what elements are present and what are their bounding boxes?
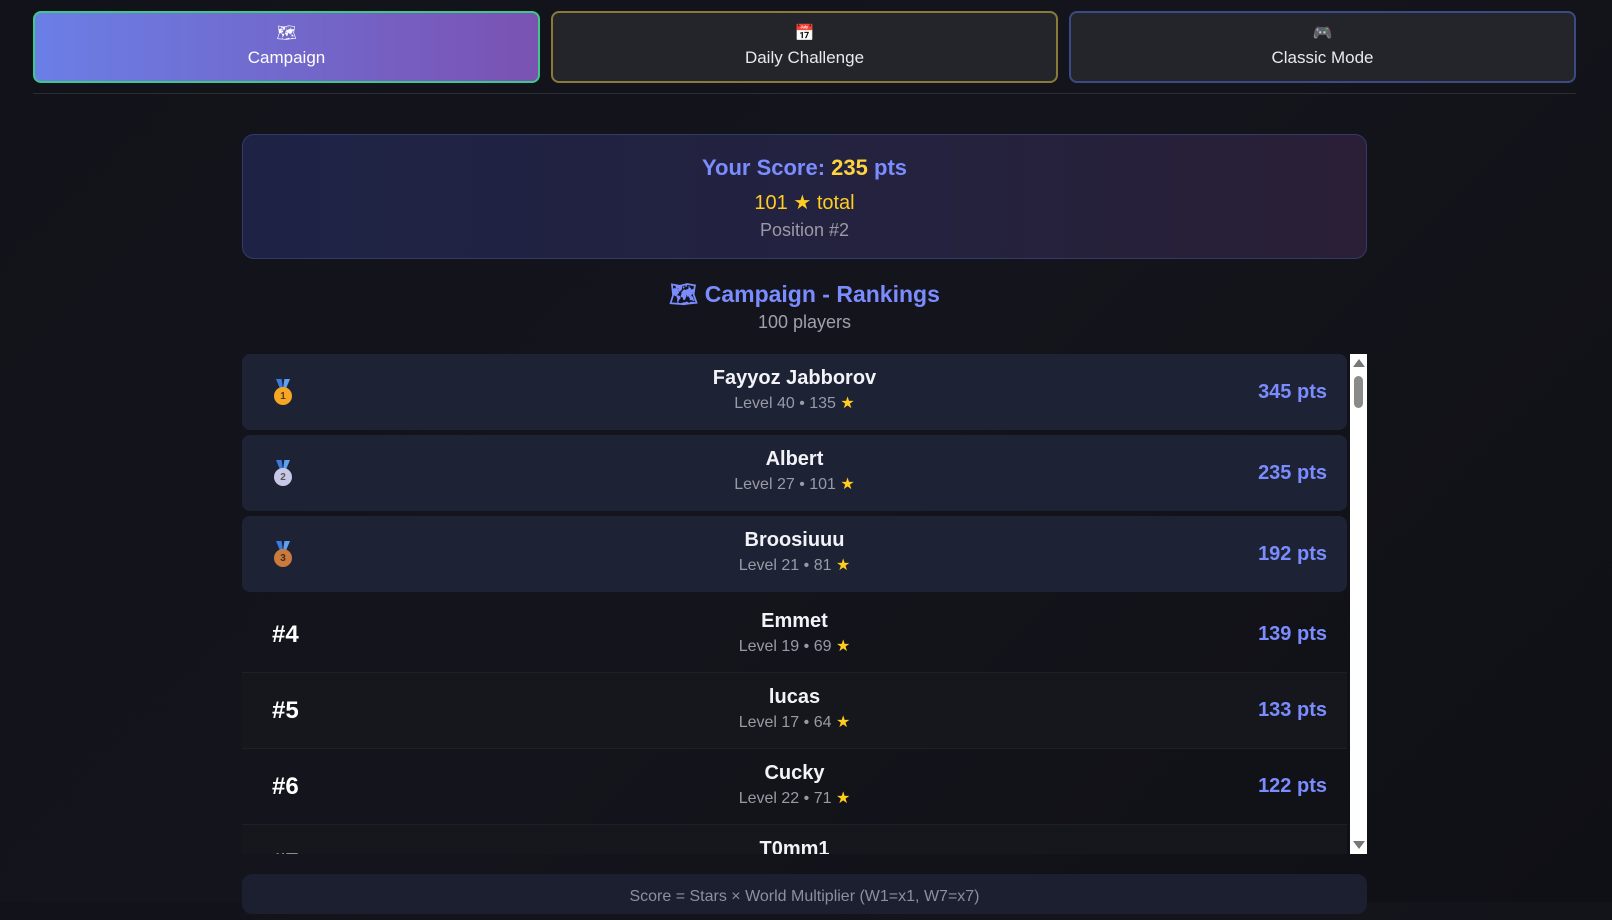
tab-classic-mode-label: Classic Mode bbox=[1271, 48, 1374, 67]
tab-daily-challenge[interactable]: 📅 Daily Challenge bbox=[551, 11, 1058, 83]
tab-campaign[interactable]: 🗺 Campaign bbox=[33, 11, 540, 83]
player-name: Fayyoz Jabborov bbox=[712, 367, 877, 389]
scroll-thumb[interactable] bbox=[1354, 376, 1363, 408]
list-item[interactable]: 1 Fayyoz Jabborov Level 40 • 135 ★ 345 p… bbox=[242, 354, 1347, 430]
rankings-title-text: Campaign - Rankings bbox=[704, 281, 940, 307]
stars-value: 101 bbox=[754, 192, 788, 214]
player-points: 192 pts bbox=[1258, 542, 1327, 565]
stars-total: 101 ★ total bbox=[243, 190, 1366, 215]
rankings-player-count: 100 players bbox=[757, 312, 852, 332]
position-text: Position #2 bbox=[759, 220, 850, 240]
tabs-divider bbox=[33, 93, 1576, 94]
player-points: 122 pts bbox=[1258, 775, 1327, 797]
scroll-up-arrow-icon[interactable] bbox=[1353, 359, 1365, 367]
list-item[interactable]: #4 Emmet Level 19 • 69 ★ 139 pts bbox=[242, 597, 1347, 673]
gamepad-icon: 🎮 bbox=[1312, 25, 1333, 42]
player-name: T0mm1 bbox=[759, 838, 830, 854]
star-icon: ★ bbox=[840, 476, 855, 493]
mode-tabs: 🗺 Campaign 📅 Daily Challenge 🎮 Classic M… bbox=[33, 11, 1576, 83]
list-item[interactable]: #7 T0mm1 bbox=[242, 825, 1347, 854]
star-icon: ★ bbox=[835, 714, 851, 731]
score-unit: pts bbox=[874, 155, 908, 180]
calendar-icon: 📅 bbox=[794, 25, 815, 42]
player-name: Cucky bbox=[764, 762, 825, 784]
star-icon: ★ bbox=[840, 395, 855, 412]
list-item[interactable]: 2 Albert Level 27 • 101 ★ 235 pts bbox=[242, 435, 1347, 511]
player-meta: Level 40 • 135 ★ bbox=[734, 395, 855, 412]
player-meta: Level 21 • 81 ★ bbox=[738, 557, 851, 574]
map-icon: 🗺 bbox=[669, 281, 699, 307]
tab-campaign-label: Campaign bbox=[247, 48, 326, 67]
list-item[interactable]: #5 lucas Level 17 • 64 ★ 133 pts bbox=[242, 673, 1347, 749]
player-meta: Level 17 • 64 ★ bbox=[738, 714, 851, 731]
rankings-list[interactable]: 1 Fayyoz Jabborov Level 40 • 135 ★ 345 p… bbox=[242, 354, 1367, 854]
rankings-title: 🗺 Campaign - Rankings bbox=[242, 281, 1367, 308]
player-meta: Level 27 • 101 ★ bbox=[734, 476, 855, 493]
score-value: 235 bbox=[831, 155, 868, 180]
player-points: 139 pts bbox=[1258, 623, 1327, 645]
player-name: Broosiuuu bbox=[744, 529, 845, 551]
player-name: lucas bbox=[768, 686, 821, 708]
star-icon: ★ bbox=[793, 192, 812, 214]
tab-classic-mode[interactable]: 🎮 Classic Mode bbox=[1069, 11, 1576, 83]
star-icon: ★ bbox=[835, 638, 851, 655]
player-name: Emmet bbox=[761, 610, 828, 632]
player-meta: Level 22 • 71 ★ bbox=[738, 790, 851, 807]
score-formula-note: Score = Stars × World Multiplier (W1=x1,… bbox=[242, 874, 1367, 914]
player-points: 133 pts bbox=[1258, 699, 1327, 721]
stars-suffix: total bbox=[816, 192, 855, 214]
scroll-down-arrow-icon[interactable] bbox=[1353, 841, 1365, 849]
star-icon: ★ bbox=[835, 557, 851, 574]
map-icon: 🗺 bbox=[276, 25, 297, 42]
score-line: Your Score: 235 pts bbox=[243, 155, 1366, 181]
player-meta: Level 19 • 69 ★ bbox=[738, 638, 851, 655]
list-item[interactable]: 3 Broosiuuu Level 21 • 81 ★ 192 pts bbox=[242, 516, 1347, 592]
player-points: 235 pts bbox=[1258, 461, 1327, 484]
star-icon: ★ bbox=[835, 790, 851, 807]
player-points: 345 pts bbox=[1258, 380, 1327, 403]
list-item[interactable]: #6 Cucky Level 22 • 71 ★ 122 pts bbox=[242, 749, 1347, 825]
score-label: Your Score: bbox=[701, 155, 826, 180]
rankings-scrollbar[interactable] bbox=[1350, 354, 1367, 854]
score-card: Your Score: 235 pts 101 ★ total Position… bbox=[242, 134, 1367, 259]
player-name: Albert bbox=[765, 448, 824, 470]
tab-daily-challenge-label: Daily Challenge bbox=[744, 48, 865, 67]
